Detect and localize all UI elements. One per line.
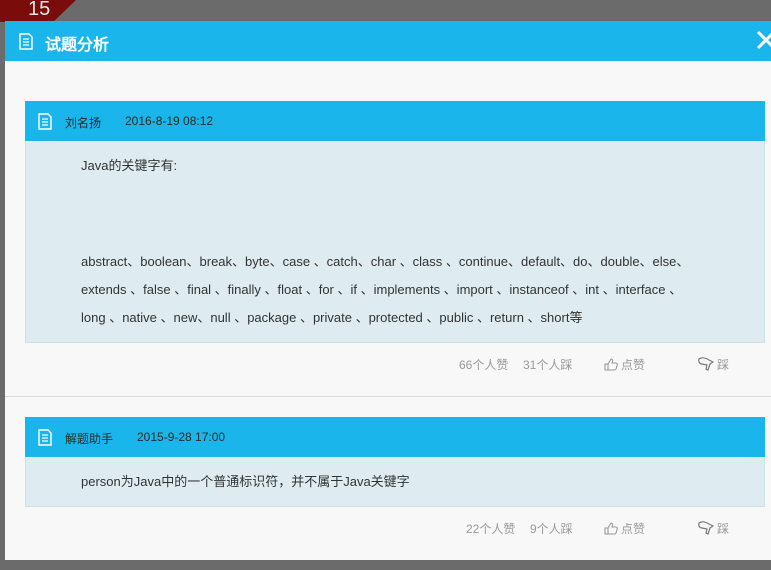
- like-label: 点赞: [621, 522, 646, 536]
- analysis-dialog: 试题分析 刘名扬 2016-8-19 08:12 Java的关键字有: abst…: [5, 21, 771, 560]
- dislike-button[interactable]: 踩: [698, 520, 729, 537]
- answer-paragraph: long 、native 、new、null 、package 、private…: [81, 310, 583, 325]
- close-icon[interactable]: [755, 29, 771, 51]
- answer-paragraph: abstract、boolean、break、byte、case 、catch、…: [81, 254, 690, 269]
- stomp-icon: [698, 357, 715, 371]
- document-icon: [38, 429, 52, 446]
- answer-date: 2015-9-28 17:00: [137, 430, 226, 444]
- document-icon: [38, 113, 52, 130]
- document-icon: [19, 33, 33, 50]
- answer-author: 刘名扬: [65, 116, 102, 130]
- like-count: 22个人赞: [466, 522, 516, 536]
- answer-footer: 66个人赞 31个人踩 点赞 踩: [25, 343, 765, 383]
- close-button[interactable]: [755, 29, 771, 51]
- dislike-label: 踩: [717, 522, 730, 536]
- answer-body: person为Java中的一个普通标识符，并不属于Java关键字: [25, 457, 765, 507]
- dislike-button[interactable]: 踩: [698, 356, 729, 373]
- like-button[interactable]: 点赞: [604, 356, 645, 373]
- dialog-header: 试题分析: [5, 21, 771, 61]
- answer-paragraph: person为Java中的一个普通标识符，并不属于Java关键字: [81, 474, 410, 489]
- answer-author: 解题助手: [65, 432, 114, 446]
- dislike-count: 9个人踩: [530, 522, 573, 536]
- answer-card: 刘名扬 2016-8-19 08:12 Java的关键字有: abstract、…: [25, 101, 765, 383]
- answer-paragraph: extends 、false 、final 、finally 、float 、f…: [81, 282, 683, 297]
- thumbs-up-icon: [604, 522, 618, 535]
- answer-card: 解题助手 2015-9-28 17:00 person为Java中的一个普通标识…: [25, 417, 765, 547]
- stomp-icon: [698, 521, 715, 535]
- dialog-title: 试题分析: [45, 37, 110, 54]
- answer-body: Java的关键字有: abstract、boolean、break、byte、c…: [25, 141, 765, 343]
- answer-paragraph: Java的关键字有:: [81, 158, 178, 173]
- dislike-count: 31个人踩: [523, 358, 573, 372]
- thumbs-up-icon: [604, 358, 618, 371]
- question-number: 15: [28, 0, 51, 20]
- question-number-badge: 15: [0, 0, 76, 22]
- like-button[interactable]: 点赞: [604, 520, 645, 537]
- answer-header: 刘名扬 2016-8-19 08:12: [25, 101, 765, 141]
- answer-divider: [5, 396, 771, 397]
- answer-blank-lines: [81, 180, 709, 248]
- dislike-label: 踩: [717, 358, 730, 372]
- answer-header: 解题助手 2015-9-28 17:00: [25, 417, 765, 457]
- answer-date: 2016-8-19 08:12: [125, 114, 214, 128]
- like-label: 点赞: [621, 358, 646, 372]
- answer-footer: 22个人赞 9个人踩 点赞 踩: [25, 507, 765, 547]
- like-count: 66个人赞: [459, 358, 509, 372]
